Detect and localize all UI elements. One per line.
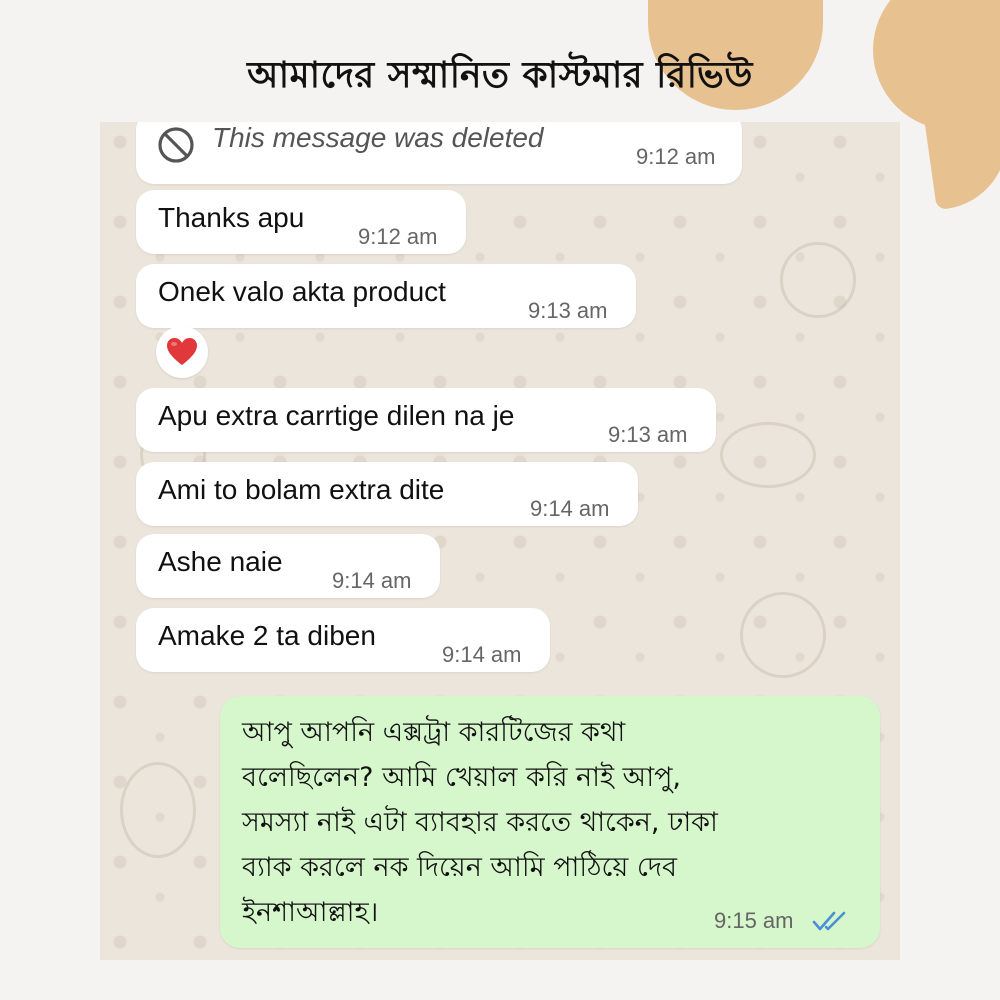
message-time: 9:14 am (332, 568, 412, 593)
message-text: Thanks apu (158, 202, 305, 233)
wallpaper-doodle (780, 242, 856, 318)
reply-text: আপু আপনি এক্সট্রা কারটিজের কথা বলেছিলেন?… (242, 710, 862, 935)
wallpaper-doodle (740, 592, 826, 678)
message-text: Apu extra carrtige dilen na je (158, 400, 515, 431)
message-time: 9:14 am (442, 642, 522, 667)
wallpaper-doodle (120, 762, 196, 858)
message-time: 9:14 am (530, 496, 610, 521)
message-time: 9:13 am (608, 422, 688, 447)
incoming-message-bubble[interactable]: Ashe naie 9:14 am (136, 534, 440, 598)
message-text: Onek valo akta product (158, 276, 446, 307)
heart-icon (167, 338, 197, 365)
outgoing-message-bubble[interactable]: আপু আপনি এক্সট্রা কারটিজের কথা বলেছিলেন?… (220, 696, 880, 948)
deleted-message-bubble[interactable]: This message was deleted 9:12 am (136, 122, 742, 184)
incoming-message-bubble[interactable]: Apu extra carrtige dilen na je 9:13 am (136, 388, 716, 452)
reply-line: ব্যাক করলে নক দিয়েন আমি পাঠিয়ে দেব (242, 852, 678, 883)
incoming-message-bubble[interactable]: Amake 2 ta diben 9:14 am (136, 608, 550, 672)
message-time: 9:12 am (358, 224, 438, 249)
blocked-icon (158, 127, 194, 163)
reply-line: বলেছিলেন? আমি খেয়াল করি নাই আপু, (242, 762, 682, 793)
decorative-speech-blob-tail (923, 104, 1000, 211)
message-text: Ashe naie (158, 546, 283, 577)
reply-line: সমস্যা নাই এটা ব্যাবহার করতে থাকেন, ঢাকা (242, 807, 718, 838)
message-time: 9:15 am (714, 908, 794, 933)
message-text: Amake 2 ta diben (158, 620, 376, 651)
message-time: 9:13 am (528, 298, 608, 323)
incoming-message-bubble[interactable]: Onek valo akta product 9:13 am (136, 264, 636, 328)
page-title: আমাদের সম্মানিত কাস্টমার রিভিউ (247, 55, 753, 96)
heart-reaction[interactable] (156, 326, 208, 378)
chat-screenshot: This message was deleted 9:12 am Thanks … (100, 122, 900, 960)
message-text: This message was deleted (212, 122, 544, 153)
incoming-message-bubble[interactable]: Ami to bolam extra dite 9:14 am (136, 462, 638, 526)
incoming-message-bubble[interactable]: Thanks apu 9:12 am (136, 190, 466, 254)
message-time: 9:12 am (636, 144, 716, 169)
message-text: Ami to bolam extra dite (158, 474, 445, 505)
double-check-icon (812, 911, 846, 931)
wallpaper-doodle (720, 422, 816, 488)
reply-line: আপু আপনি এক্সট্রা কারটিজের কথা (242, 717, 626, 748)
